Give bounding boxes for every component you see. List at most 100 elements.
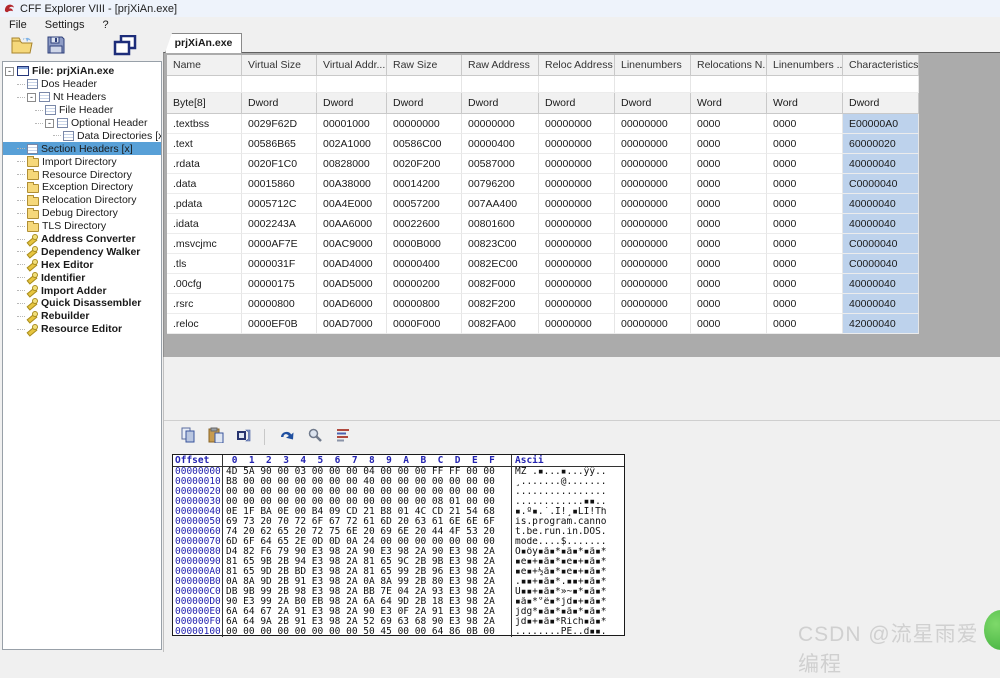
value-cell[interactable]: 0000	[691, 194, 767, 214]
value-cell[interactable]: 007AA400	[462, 194, 539, 214]
tree-item-optional-header[interactable]: -Optional Header	[3, 117, 161, 130]
value-cell[interactable]: 00000400	[462, 134, 539, 154]
copy-icon[interactable]	[180, 427, 196, 448]
value-cell[interactable]: C0000040	[843, 234, 919, 254]
value-cell[interactable]: 00000000	[539, 294, 615, 314]
tree-item-identifier[interactable]: Identifier	[3, 271, 161, 284]
hex-ascii[interactable]: ¸.......@.......	[511, 477, 624, 487]
tree-item-resource-editor[interactable]: Resource Editor	[3, 323, 161, 336]
paste-icon[interactable]	[208, 427, 224, 448]
hex-bytes[interactable]: 00 00 00 00 00 00 00 00 50 45 00 00 64 8…	[223, 627, 511, 637]
value-cell[interactable]: 0000	[767, 234, 843, 254]
value-cell[interactable]: 00AD7000	[317, 314, 387, 334]
value-cell[interactable]: 00000200	[387, 274, 462, 294]
value-cell[interactable]: 00000400	[387, 254, 462, 274]
tree-item-address-converter[interactable]: Address Converter	[3, 233, 161, 246]
value-cell[interactable]: 00000000	[615, 254, 691, 274]
search-icon[interactable]	[307, 427, 323, 448]
value-cell[interactable]: 0000	[767, 194, 843, 214]
collapse-expander-icon[interactable]: -	[45, 119, 54, 128]
value-cell[interactable]: 00000000	[615, 294, 691, 314]
value-cell[interactable]: 00000175	[242, 274, 317, 294]
value-cell[interactable]: 00587000	[462, 154, 539, 174]
value-cell[interactable]: 00801600	[462, 214, 539, 234]
tree-item-exception-directory[interactable]: Exception Directory	[3, 181, 161, 194]
hex-ascii[interactable]: ........PE..d▪▪.	[511, 627, 624, 637]
column-header-relocations-n[interactable]: Relocations N...	[691, 55, 767, 76]
hex-ascii[interactable]: ............▪▪..	[511, 497, 624, 507]
value-cell[interactable]: 0082FA00	[462, 314, 539, 334]
value-cell[interactable]: 0000	[691, 134, 767, 154]
value-cell[interactable]: 40000040	[843, 214, 919, 234]
section-name-cell[interactable]: .rdata	[167, 154, 242, 174]
section-name-cell[interactable]: .00cfg	[167, 274, 242, 294]
value-cell[interactable]: 0000	[767, 134, 843, 154]
value-cell[interactable]: 00000000	[615, 274, 691, 294]
section-name-cell[interactable]: .reloc	[167, 314, 242, 334]
collapse-expander-icon[interactable]: -	[27, 93, 36, 102]
value-cell[interactable]: 00AA6000	[317, 214, 387, 234]
tree-item-import-directory[interactable]: Import Directory	[3, 155, 161, 168]
value-cell[interactable]: 00000000	[387, 114, 462, 134]
value-cell[interactable]: 0000	[767, 174, 843, 194]
value-cell[interactable]: 0000EF0B	[242, 314, 317, 334]
tree-item-file-prjxian-exe[interactable]: -File: prjXiAn.exe	[3, 65, 161, 78]
column-header-raw-address[interactable]: Raw Address	[462, 55, 539, 76]
value-cell[interactable]: 00AD6000	[317, 294, 387, 314]
value-cell[interactable]: 42000040	[843, 314, 919, 334]
value-cell[interactable]: 0020F200	[387, 154, 462, 174]
tree-item-tls-directory[interactable]: TLS Directory	[3, 220, 161, 233]
value-cell[interactable]: 00000000	[615, 314, 691, 334]
hex-ascii[interactable]: .▪▪+▪ã▪*.▪▪+▪ã▪*	[511, 577, 624, 587]
save-file-icon[interactable]	[46, 35, 66, 60]
value-cell[interactable]: 00000000	[539, 314, 615, 334]
value-cell[interactable]: 00AC9000	[317, 234, 387, 254]
value-cell[interactable]: 002A1000	[317, 134, 387, 154]
value-cell[interactable]: 00000000	[539, 274, 615, 294]
value-cell[interactable]: 00015860	[242, 174, 317, 194]
value-cell[interactable]: 00823C00	[462, 234, 539, 254]
value-cell[interactable]: 0000	[691, 294, 767, 314]
tree-item-section-headers-x[interactable]: Section Headers [x]	[3, 142, 161, 155]
value-cell[interactable]: 00000000	[539, 154, 615, 174]
value-cell[interactable]: 0000	[767, 214, 843, 234]
column-header-virtual-addr[interactable]: Virtual Addr...	[317, 55, 387, 76]
value-cell[interactable]: 00000000	[615, 154, 691, 174]
value-cell[interactable]: 00000800	[242, 294, 317, 314]
column-header-linenumbers[interactable]: Linenumbers	[615, 55, 691, 76]
menu-settings[interactable]: Settings	[36, 19, 94, 31]
cascade-windows-icon[interactable]	[113, 35, 137, 62]
value-cell[interactable]: 0002243A	[242, 214, 317, 234]
value-cell[interactable]: 0000031F	[242, 254, 317, 274]
hex-ascii[interactable]: Û▪▪+▪ã▪*»~▪*▪ã▪*	[511, 587, 624, 597]
value-cell[interactable]: 0000	[767, 114, 843, 134]
hex-ascii[interactable]: ................	[511, 487, 624, 497]
undo-arrow-icon[interactable]	[277, 428, 295, 447]
value-cell[interactable]: 0082F200	[462, 294, 539, 314]
hex-ascii[interactable]: mode....$.......	[511, 537, 624, 547]
value-cell[interactable]: 0000	[691, 154, 767, 174]
value-cell[interactable]: 0000	[767, 254, 843, 274]
value-cell[interactable]: 0000	[767, 294, 843, 314]
value-cell[interactable]: 00796200	[462, 174, 539, 194]
tree-item-quick-disassembler[interactable]: Quick Disassembler	[3, 297, 161, 310]
hex-ascii[interactable]: ▪e▪+▪ã▪*▪e▪+▪ã▪*	[511, 557, 624, 567]
hex-ascii[interactable]: ▪ã▪*°ë▪*jd▪+▪ã▪*	[511, 597, 624, 607]
value-cell[interactable]: 00001000	[317, 114, 387, 134]
value-cell[interactable]: 00828000	[317, 154, 387, 174]
value-cell[interactable]: 00000000	[539, 214, 615, 234]
value-cell[interactable]: C0000040	[843, 174, 919, 194]
value-cell[interactable]: 00586B65	[242, 134, 317, 154]
hex-ascii[interactable]: t.be.run.in.DOS.	[511, 527, 624, 537]
value-cell[interactable]: 40000040	[843, 294, 919, 314]
value-cell[interactable]: 00586C00	[387, 134, 462, 154]
value-cell[interactable]: 0000	[691, 274, 767, 294]
hex-ascii[interactable]: jdg*▪ã▪*▪ã▪*▪ã▪*	[511, 607, 624, 617]
value-cell[interactable]: 0029F62D	[242, 114, 317, 134]
value-cell[interactable]: E00000A0	[843, 114, 919, 134]
value-cell[interactable]: 0000	[691, 254, 767, 274]
value-cell[interactable]: 0000	[767, 274, 843, 294]
fill-icon[interactable]	[236, 427, 252, 448]
hex-ascii[interactable]: ▪e▪+½ã▪*▪e▪+▪ã▪*	[511, 567, 624, 577]
menu-help[interactable]: ?	[93, 19, 117, 31]
